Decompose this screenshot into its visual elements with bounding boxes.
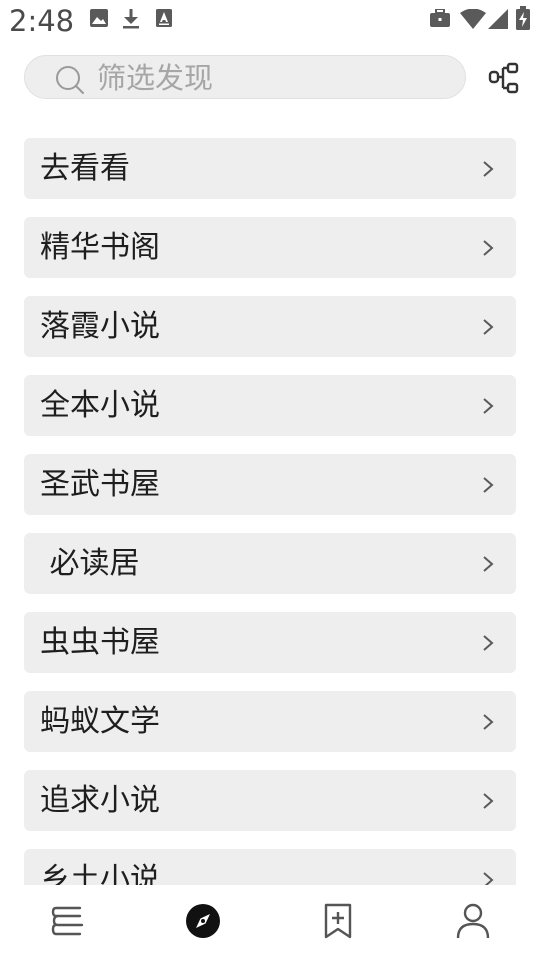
chevron-right-icon <box>483 398 494 414</box>
list-item[interactable]: 虫虫书屋 <box>24 612 516 673</box>
list-item[interactable]: 落霞小说 <box>24 296 516 357</box>
chevron-right-icon <box>483 240 494 256</box>
list-item[interactable]: 蚂蚁文学 <box>24 691 516 752</box>
list-item[interactable]: 乡土小说 <box>24 849 516 885</box>
list-item-label: 蚂蚁文学 <box>40 704 160 739</box>
list-item[interactable]: 去看看 <box>24 138 516 199</box>
list-item-label: 乡土小说 <box>40 862 160 885</box>
search-placeholder: 筛选发现 <box>97 61 214 95</box>
list-item-label: 落霞小说 <box>40 309 160 344</box>
chevron-right-icon <box>483 161 494 177</box>
bookmark-add-icon <box>324 903 351 939</box>
list-item[interactable]: 必读居 <box>24 533 516 594</box>
briefcase-icon <box>430 8 450 31</box>
list-item-label: 精华书阁 <box>40 230 160 265</box>
list-item-label: 追求小说 <box>40 783 160 818</box>
battery-charging-icon <box>516 6 530 34</box>
person-icon <box>456 903 489 939</box>
chevron-right-icon <box>483 319 494 335</box>
compass-icon <box>185 904 220 938</box>
chevron-right-icon <box>483 477 494 493</box>
status-time: 2:48 <box>9 4 75 38</box>
tree-structure-icon[interactable] <box>488 62 520 94</box>
chevron-right-icon <box>483 793 494 809</box>
bottom-nav <box>0 885 540 960</box>
search-input[interactable]: 筛选发现 <box>24 55 466 99</box>
search-icon <box>55 65 85 95</box>
list-item-label: 圣武书屋 <box>40 467 160 502</box>
list-item[interactable]: 精华书阁 <box>24 217 516 278</box>
nav-bookshelf[interactable] <box>0 885 135 960</box>
image-icon <box>90 9 108 31</box>
signal-icon <box>488 9 508 33</box>
download-icon <box>122 9 140 33</box>
list-item[interactable]: 圣武书屋 <box>24 454 516 515</box>
discover-screen: 2:48 筛选发现 去看看 精华书阁 落霞小说 全本小说 圣武书屋 必读居 虫虫… <box>0 0 540 960</box>
nav-bookmarks[interactable] <box>270 885 405 960</box>
bookshelf-icon <box>51 906 83 936</box>
a-box-icon <box>156 9 172 31</box>
list-item[interactable]: 追求小说 <box>24 770 516 831</box>
discover-list[interactable]: 去看看 精华书阁 落霞小说 全本小说 圣武书屋 必读居 虫虫书屋 蚂蚁文学 追求… <box>0 120 540 885</box>
chevron-right-icon <box>483 714 494 730</box>
list-item-label: 去看看 <box>40 151 130 186</box>
list-item-label: 全本小说 <box>40 388 160 423</box>
nav-profile[interactable] <box>405 885 540 960</box>
status-bar: 2:48 <box>0 0 540 40</box>
list-item-label: 必读居 <box>40 546 140 581</box>
wifi-icon <box>460 8 486 33</box>
chevron-right-icon <box>483 872 494 885</box>
nav-discover[interactable] <box>135 885 270 960</box>
list-item[interactable]: 全本小说 <box>24 375 516 436</box>
list-item-label: 虫虫书屋 <box>40 625 160 660</box>
chevron-right-icon <box>483 556 494 572</box>
chevron-right-icon <box>483 635 494 651</box>
